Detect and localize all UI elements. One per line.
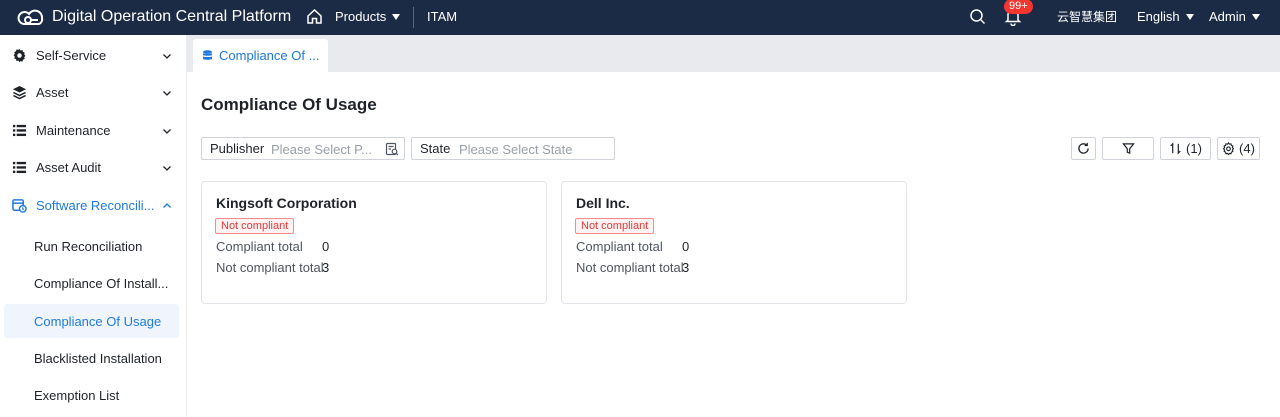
card-title: Dell Inc. (576, 195, 630, 211)
sidebar-subitem-compliance-of-usage[interactable]: Compliance Of Usage (4, 304, 179, 338)
list-icon (12, 161, 27, 174)
not-compliant-total-label: Not compliant total (216, 260, 324, 275)
not-compliant-total-value: 3 (682, 260, 690, 275)
app-title: Digital Operation Central Platform (52, 8, 292, 25)
funnel-icon (1121, 143, 1135, 155)
state-filter-label: State (420, 141, 451, 156)
sort-icon (1170, 142, 1181, 155)
sidebar-item-label: Asset (36, 85, 69, 100)
publisher-filter: Publisher (201, 137, 405, 160)
state-input[interactable] (459, 140, 609, 158)
status-badge: Not compliant (215, 218, 295, 234)
sidebar-item-asset[interactable]: Asset (0, 74, 186, 111)
not-compliant-total-label: Not compliant total (576, 260, 684, 275)
publisher-card-kingsoft-corporation[interactable]: Kingsoft Corporation Not compliant Compl… (201, 181, 547, 304)
sidebar-subitem-label: Compliance Of Install... (34, 275, 169, 291)
sidebar-item-self-service[interactable]: Self-Service (0, 37, 186, 74)
sidebar-item-label: Self-Service (36, 48, 107, 63)
tab-compliance-of-usage[interactable]: Compliance Of ... (193, 39, 328, 72)
module-link-itam[interactable]: ITAM (427, 9, 457, 25)
refresh-icon (1078, 142, 1089, 154)
chevron-up-icon (163, 202, 171, 208)
caret-down-icon (1251, 14, 1260, 20)
publisher-card-dell-inc[interactable]: Dell Inc. Not compliant Compliant total … (561, 181, 907, 304)
top-navigation-bar: Digital Operation Central Platform Produ… (0, 0, 1280, 35)
home-icon[interactable] (306, 8, 323, 25)
organization-switcher[interactable]: 云智慧集团 (1057, 9, 1117, 25)
list-icon (12, 124, 27, 137)
user-menu[interactable]: Admin (1209, 9, 1260, 25)
column-settings-button[interactable]: (4) (1217, 137, 1260, 160)
state-filter: State (411, 137, 615, 160)
header-divider (413, 7, 414, 28)
software-reconcile-icon (12, 199, 27, 213)
page-title: Compliance Of Usage (201, 95, 377, 114)
database-icon (203, 50, 212, 60)
column-settings-count: (4) (1239, 141, 1255, 156)
tab-label: Compliance Of ... (219, 48, 320, 63)
layers-icon (12, 85, 27, 100)
gear-icon (13, 48, 26, 63)
sidebar-subitem-run-reconciliation[interactable]: Run Reconciliation (4, 229, 179, 263)
publisher-input[interactable] (271, 140, 381, 158)
language-selector[interactable]: English (1137, 9, 1194, 25)
sidebar: Self-Service Asset Maintenance Asset Aud… (0, 35, 187, 417)
language-label: English (1137, 9, 1180, 24)
notification-badge: 99+ (1004, 0, 1033, 14)
sidebar-subitem-compliance-of-installation[interactable]: Compliance Of Install... (4, 266, 179, 300)
refresh-button[interactable] (1071, 137, 1096, 160)
sort-count: (1) (1186, 141, 1202, 156)
tab-bar: Compliance Of ... (187, 35, 1280, 72)
sidebar-subitem-label: Blacklisted Installation (34, 350, 162, 366)
sidebar-item-label: Maintenance (36, 123, 111, 138)
sidebar-item-label: Asset Audit (36, 160, 102, 175)
chevron-down-icon (163, 165, 171, 171)
sidebar-item-software-reconciliation[interactable]: Software Reconcili... (0, 187, 186, 224)
compliant-total-value: 0 (682, 239, 690, 254)
chevron-down-icon (163, 53, 171, 59)
gear-icon (1222, 142, 1235, 155)
sort-button[interactable]: (1) (1160, 137, 1211, 160)
sidebar-item-label: Software Reconcili... (36, 198, 155, 213)
chevron-down-icon (163, 90, 171, 96)
sidebar-item-asset-audit[interactable]: Asset Audit (0, 149, 186, 186)
sidebar-subitem-exemption-list[interactable]: Exemption List (4, 378, 179, 412)
card-title: Kingsoft Corporation (216, 195, 357, 211)
search-icon[interactable] (969, 8, 986, 25)
products-label: Products (335, 9, 387, 24)
caret-down-icon (1185, 14, 1194, 20)
chevron-down-icon (163, 128, 171, 134)
caret-down-icon (392, 14, 401, 20)
filter-button[interactable] (1102, 137, 1154, 160)
select-list-icon[interactable] (385, 142, 399, 156)
sidebar-subitem-label: Compliance Of Usage (34, 313, 162, 329)
products-menu[interactable]: Products (335, 9, 401, 25)
publisher-filter-label: Publisher (210, 141, 265, 156)
compliant-total-value: 0 (322, 239, 330, 254)
sidebar-subitem-blacklisted-installation[interactable]: Blacklisted Installation (4, 341, 179, 375)
compliant-total-label: Compliant total (576, 239, 663, 254)
sidebar-subitem-label: Run Reconciliation (34, 238, 143, 254)
compliant-total-label: Compliant total (216, 239, 303, 254)
user-name: Admin (1209, 9, 1246, 24)
cloud-logo-icon[interactable] (16, 5, 46, 29)
not-compliant-total-value: 3 (322, 260, 330, 275)
sidebar-item-maintenance[interactable]: Maintenance (0, 112, 186, 149)
status-badge: Not compliant (575, 218, 655, 234)
sidebar-subitem-label: Exemption List (34, 387, 120, 403)
